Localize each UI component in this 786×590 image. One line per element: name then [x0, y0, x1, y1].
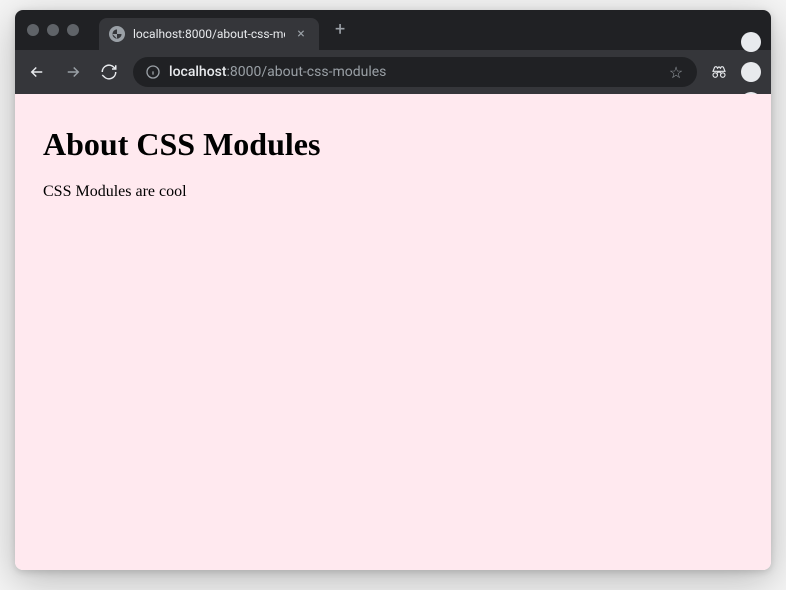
url-text: localhost:8000/about-css-modules	[169, 64, 386, 80]
url-host: localhost	[169, 64, 227, 80]
page-heading: About CSS Modules	[43, 126, 743, 163]
browser-tab[interactable]: localhost:8000/about-css-mod ×	[99, 18, 319, 50]
site-info-icon[interactable]	[145, 64, 161, 80]
browser-window: localhost:8000/about-css-mod × + localho…	[15, 10, 771, 570]
tab-bar: localhost:8000/about-css-mod × +	[15, 10, 771, 50]
tab-title: localhost:8000/about-css-mod	[133, 27, 285, 41]
gatsby-favicon-icon	[109, 26, 125, 42]
close-window-button[interactable]	[27, 24, 39, 36]
address-bar[interactable]: localhost:8000/about-css-modules ☆	[133, 57, 697, 87]
browser-menu-button[interactable]	[741, 62, 761, 82]
maximize-window-button[interactable]	[67, 24, 79, 36]
reload-button[interactable]	[97, 60, 121, 84]
close-tab-button[interactable]: ×	[293, 27, 309, 41]
forward-button[interactable]	[61, 60, 85, 84]
page-viewport: About CSS Modules CSS Modules are cool	[15, 94, 771, 570]
back-button[interactable]	[25, 60, 49, 84]
minimize-window-button[interactable]	[47, 24, 59, 36]
window-controls	[27, 24, 79, 36]
toolbar: localhost:8000/about-css-modules ☆	[15, 50, 771, 94]
url-path: :8000/about-css-modules	[227, 64, 387, 80]
incognito-icon[interactable]	[709, 62, 729, 82]
page-paragraph: CSS Modules are cool	[43, 183, 743, 201]
new-tab-button[interactable]: +	[327, 17, 353, 43]
bookmark-button[interactable]: ☆	[667, 63, 685, 81]
